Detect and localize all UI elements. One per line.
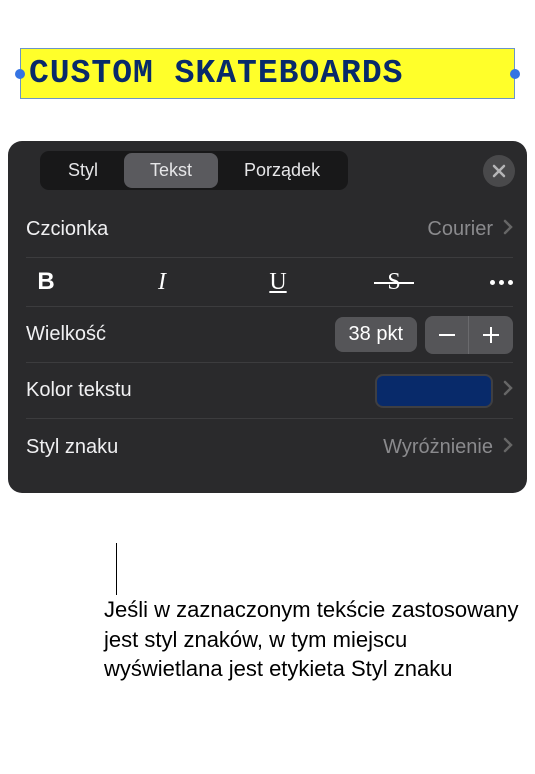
size-row: Wielkość 38 pkt — [26, 307, 513, 363]
underline-button[interactable]: U — [258, 269, 298, 296]
italic-button[interactable]: I — [142, 269, 182, 296]
size-decrease-button[interactable] — [425, 316, 469, 354]
panel-header: Styl Tekst Porządek — [8, 141, 527, 198]
panel-body: Czcionka Courier B I U S Wielkość 38 pkt — [8, 198, 527, 485]
plus-icon — [483, 327, 499, 343]
strikethrough-button[interactable]: S — [374, 269, 414, 296]
minus-icon — [439, 334, 455, 336]
chevron-right-icon — [503, 219, 513, 240]
text-color-row[interactable]: Kolor tekstu — [26, 363, 513, 419]
size-label: Wielkość — [26, 323, 335, 346]
size-stepper — [425, 316, 513, 354]
more-options-button[interactable] — [490, 280, 513, 285]
font-row[interactable]: Czcionka Courier — [26, 202, 513, 258]
size-increase-button[interactable] — [469, 316, 513, 354]
close-icon — [492, 164, 506, 178]
callout-leader-line — [116, 543, 117, 595]
text-style-row: B I U S — [26, 258, 513, 307]
size-value-box[interactable]: 38 pkt — [335, 317, 417, 352]
text-color-label: Kolor tekstu — [26, 379, 375, 402]
selection-handle-left[interactable] — [15, 69, 25, 79]
font-value: Courier — [427, 218, 493, 241]
close-button[interactable] — [483, 155, 515, 187]
char-style-value: Wyróżnienie — [383, 436, 493, 459]
callout-text: Jeśli w zaznaczonym tekście zastosowany … — [104, 595, 519, 684]
selected-text: CUSTOM SKATEBOARDS — [29, 55, 403, 92]
chevron-right-icon — [503, 380, 513, 401]
selection-handle-right[interactable] — [510, 69, 520, 79]
segmented-tabs: Styl Tekst Porządek — [40, 151, 348, 190]
tab-arrange[interactable]: Porządek — [218, 153, 346, 188]
bold-button[interactable]: B — [26, 268, 66, 296]
selected-text-box[interactable]: CUSTOM SKATEBOARDS — [20, 48, 515, 99]
font-label: Czcionka — [26, 218, 427, 241]
dot-icon — [490, 280, 495, 285]
chevron-right-icon — [503, 437, 513, 458]
tab-text[interactable]: Tekst — [124, 153, 218, 188]
char-style-row[interactable]: Styl znaku Wyróżnienie — [26, 419, 513, 475]
dot-icon — [508, 280, 513, 285]
text-color-swatch[interactable] — [375, 374, 493, 408]
canvas-area: CUSTOM SKATEBOARDS — [0, 0, 535, 129]
format-panel: Styl Tekst Porządek Czcionka Courier B I… — [8, 141, 527, 493]
dot-icon — [499, 280, 504, 285]
tab-style[interactable]: Styl — [42, 153, 124, 188]
char-style-label: Styl znaku — [26, 436, 383, 459]
